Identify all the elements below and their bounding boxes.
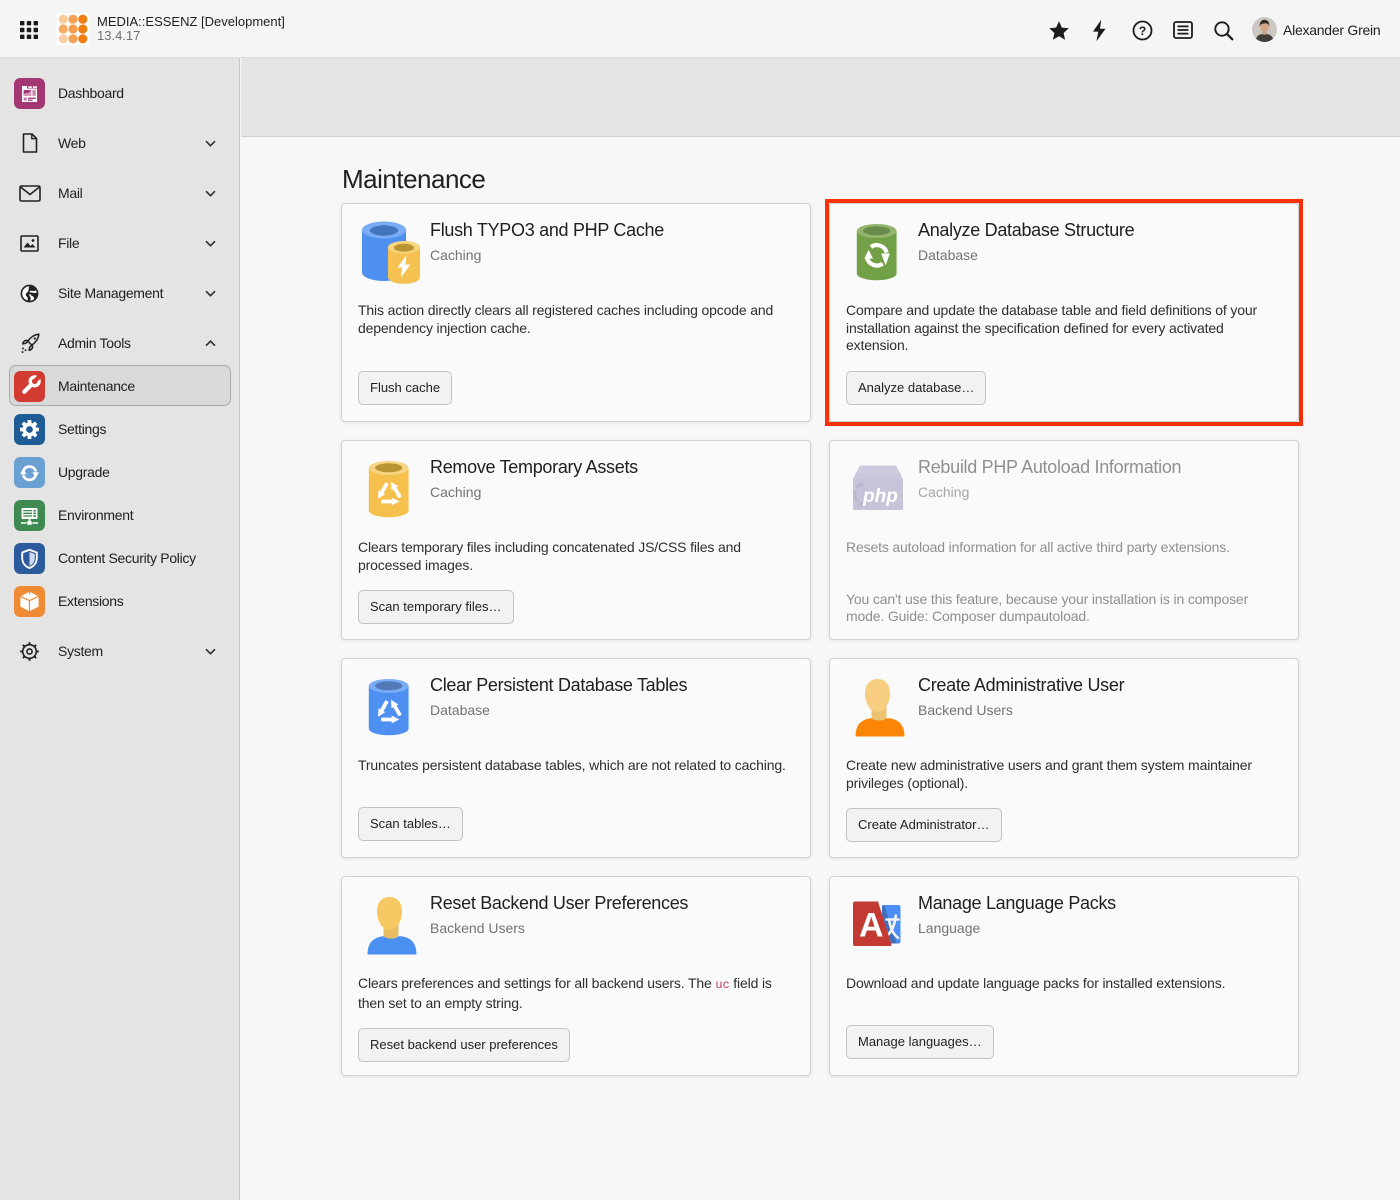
svg-text:A: A xyxy=(859,907,884,945)
svg-text:?: ? xyxy=(1139,24,1146,38)
svg-text:php: php xyxy=(862,486,898,507)
